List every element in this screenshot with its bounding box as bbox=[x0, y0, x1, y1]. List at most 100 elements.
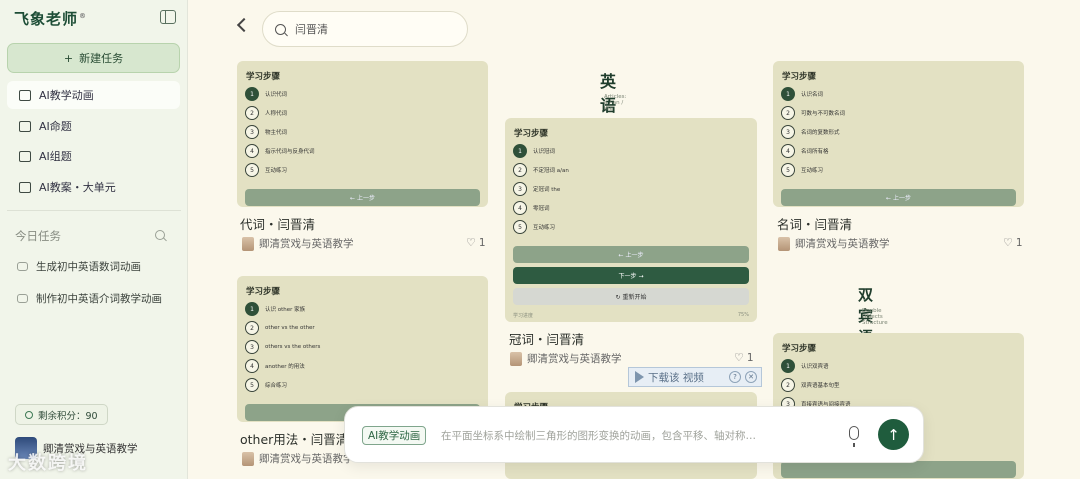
download-video-bar[interactable]: 下载该 视频 ? ✕ bbox=[628, 367, 762, 387]
coin-icon bbox=[25, 410, 33, 419]
prev-step-button: ← 上一步 bbox=[513, 246, 749, 263]
sidebar-collapse-icon[interactable] bbox=[160, 10, 176, 24]
progress-label: 学习进度 bbox=[513, 313, 534, 319]
next-step-button: 下一步 → bbox=[513, 267, 749, 284]
card-thumbnail[interactable]: 学习步骤 1 认识 other 家族 2 other vs the other 3o… bbox=[237, 276, 488, 422]
heart-icon: ♡ bbox=[1003, 236, 1013, 249]
sidebar-divider bbox=[7, 210, 181, 211]
prompt-input[interactable]: 在平面坐标系中绘制三角形的图形变换的动画，包含平移、轴对称… bbox=[441, 428, 821, 443]
progress-value: 75% bbox=[737, 312, 749, 318]
step-item: 2 可数与不可数名词 bbox=[781, 106, 845, 120]
author-avatar bbox=[510, 351, 522, 366]
step-item: 1 认识代词 bbox=[245, 87, 287, 101]
card-thumbnail[interactable]: 学习步骤 1 认识冠词 2 不定冠词 a/an 3 定冠词 the 4 零冠词 5 互动练… bbox=[505, 118, 757, 322]
send-button[interactable]: ↑ bbox=[878, 419, 909, 450]
author-avatar bbox=[242, 451, 254, 466]
step-item: 1 认识冠词 bbox=[513, 144, 555, 158]
step-item: 4 零冠词 bbox=[513, 201, 550, 215]
mode-chip[interactable]: AI教学动画 bbox=[362, 426, 427, 445]
sidebar-item-label: AI教案・大单元 bbox=[39, 181, 116, 194]
step-item: 5 综合练习 bbox=[245, 378, 287, 392]
close-icon[interactable]: ✕ bbox=[745, 371, 757, 383]
step-item: 3 物主代词 bbox=[245, 125, 287, 139]
back-arrow-icon[interactable] bbox=[236, 19, 248, 31]
sidebar-item-ai-animation[interactable]: AI教学动画 bbox=[7, 81, 180, 109]
chat-bubble-icon bbox=[17, 294, 28, 303]
step-item: 2 不定冠词 a/an bbox=[513, 163, 569, 177]
new-task-button[interactable]: + 新建任务 bbox=[7, 43, 180, 73]
sidebar-item-label: AI教学动画 bbox=[39, 89, 94, 102]
task-label: 生成初中英语数词动画 bbox=[36, 261, 141, 273]
book-icon bbox=[19, 181, 31, 193]
thumb-heading: 学习步骤 bbox=[782, 72, 817, 82]
step-item: 2 人称代词 bbox=[245, 106, 287, 120]
sidebar-item-ai-lesson-plan[interactable]: AI教案・大单元 bbox=[7, 173, 180, 201]
prev-step-button: ← 上一步 bbox=[245, 189, 480, 206]
step-item: 1 认识双宾语 bbox=[781, 359, 829, 373]
step-item: 3 others vs the others bbox=[245, 340, 320, 354]
new-task-label: 新建任务 bbox=[79, 52, 124, 65]
points-badge[interactable]: 剩余积分：90 bbox=[15, 404, 108, 425]
step-item: 2 other vs the other bbox=[245, 321, 315, 335]
like-count[interactable]: ♡ 1 bbox=[466, 236, 486, 249]
thumb-heading: 学习步骤 bbox=[246, 287, 281, 297]
chat-bubble-icon bbox=[17, 262, 28, 271]
card-thumbnail[interactable]: 学习步骤 1 认识名词 2 可数与不可数名词 3 名词的复数形式 4 名词所有格 5 互动… bbox=[773, 61, 1024, 207]
card-title[interactable]: other用法・闫晋清 bbox=[240, 429, 348, 448]
play-icon bbox=[635, 371, 644, 383]
task-item[interactable]: 生成初中英语数词动画 bbox=[17, 259, 141, 274]
today-tasks-heading: 今日任务 bbox=[15, 229, 61, 243]
step-item: 1 认识 other 家族 bbox=[245, 302, 305, 316]
prev-step-button bbox=[781, 461, 1016, 478]
sidebar-item-ai-paper[interactable]: AI组题 bbox=[7, 142, 180, 170]
heart-icon: ♡ bbox=[466, 236, 476, 249]
thumb-heading: 学习步骤 bbox=[514, 129, 549, 139]
card-author: 卿清赏戏与英语教学 bbox=[242, 451, 354, 466]
task-item[interactable]: 制作初中英语介词教学动画 bbox=[17, 291, 162, 306]
task-label: 制作初中英语介词教学动画 bbox=[36, 293, 162, 305]
sidebar-item-label: AI命题 bbox=[39, 120, 72, 133]
step-item: 4 指示代词与反身代词 bbox=[245, 144, 315, 158]
poster-subtitle: Double Objects Structure bbox=[862, 308, 888, 326]
search-icon bbox=[275, 23, 286, 35]
prompt-composer: AI教学动画 在平面坐标系中绘制三角形的图形变换的动画，包含平移、轴对称… ↑ bbox=[344, 406, 924, 463]
points-label: 剩余积分：90 bbox=[38, 410, 98, 422]
paper-icon bbox=[19, 150, 31, 162]
reset-button: ↻ 重新开始 bbox=[513, 288, 749, 305]
like-count[interactable]: ♡ 1 bbox=[1003, 236, 1023, 249]
brand-name: 飞象老师 bbox=[14, 10, 79, 28]
microphone-icon[interactable] bbox=[849, 426, 859, 447]
heart-icon: ♡ bbox=[734, 351, 744, 364]
step-item: 3 定冠词 the bbox=[513, 182, 560, 196]
help-icon[interactable]: ? bbox=[729, 371, 741, 383]
animation-icon bbox=[19, 89, 31, 101]
watermark-text: 大数跨境 bbox=[8, 453, 88, 474]
author-avatar bbox=[778, 236, 790, 251]
plus-icon: + bbox=[63, 51, 74, 65]
brand-reg-mark: ® bbox=[79, 12, 88, 20]
author-avatar bbox=[242, 236, 254, 251]
step-item: 3 名词的复数形式 bbox=[781, 125, 840, 139]
card-thumbnail[interactable]: 学习步骤 1 认识代词 2 人称代词 3 物主代词 4 指示代词与反身代词 5 互动练习 … bbox=[237, 61, 488, 207]
thumb-heading: 学习步骤 bbox=[246, 72, 281, 82]
card-title[interactable]: 代词・闫晋清 bbox=[240, 214, 315, 233]
step-item: 4 名词所有格 bbox=[781, 144, 829, 158]
brand-logo[interactable]: 飞象老师® bbox=[14, 8, 87, 29]
card-title[interactable]: 名词・闫晋清 bbox=[777, 214, 852, 233]
step-item: 5 互动练习 bbox=[513, 220, 555, 234]
app-root: 飞象老师® + 新建任务 AI教学动画 AI命题 AI组题 AI教案・大单元 今… bbox=[0, 0, 1080, 479]
card-author: 卿清赏戏与英语教学 bbox=[242, 236, 354, 251]
like-count[interactable]: ♡ 1 bbox=[734, 351, 754, 364]
sidebar: 飞象老师® + 新建任务 AI教学动画 AI命题 AI组题 AI教案・大单元 今… bbox=[0, 0, 188, 479]
search-bar[interactable]: 闫晋清 bbox=[262, 11, 468, 47]
search-icon[interactable] bbox=[155, 230, 165, 240]
step-item: 5 互动练习 bbox=[245, 163, 287, 177]
step-item: 4 another 的用法 bbox=[245, 359, 305, 373]
step-item: 1 认识名词 bbox=[781, 87, 823, 101]
question-icon bbox=[19, 120, 31, 132]
thumb-heading: 学习步骤 bbox=[782, 344, 817, 354]
sidebar-item-ai-question[interactable]: AI命题 bbox=[7, 112, 180, 140]
card-title[interactable]: 冠词・闫晋清 bbox=[509, 329, 584, 348]
search-input[interactable]: 闫晋清 bbox=[295, 21, 328, 37]
prev-step-button: ← 上一步 bbox=[781, 189, 1016, 206]
